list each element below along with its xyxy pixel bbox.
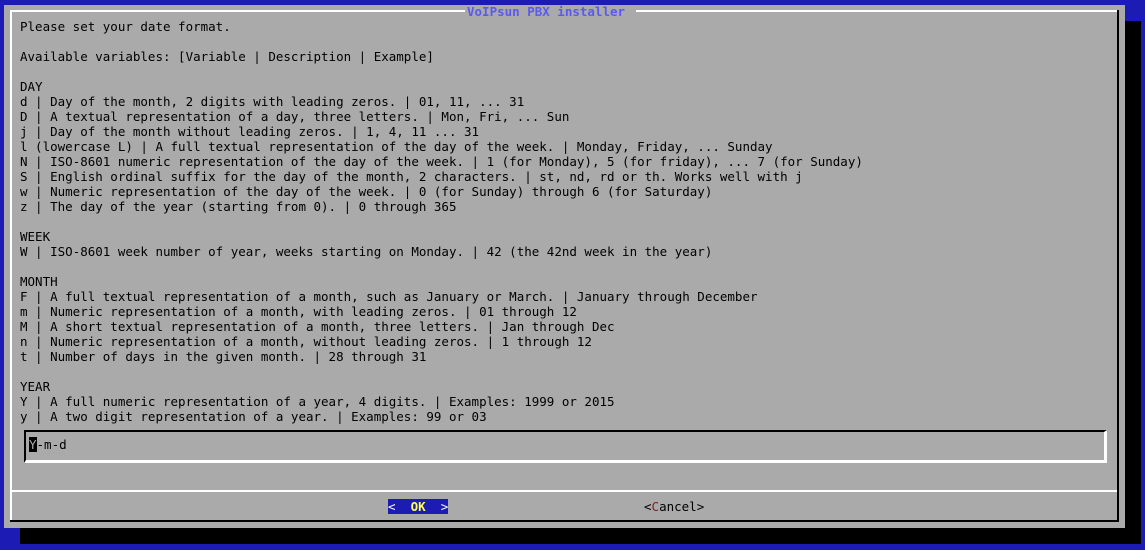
prompt-line: M | A short textual representation of a … xyxy=(20,319,615,334)
ok-button[interactable]: < OK > xyxy=(388,499,449,514)
prompt-line: m | Numeric representation of a month, w… xyxy=(20,304,577,319)
prompt-line: F | A full textual representation of a m… xyxy=(20,289,758,304)
cancel-button-label-rest: ancel xyxy=(659,499,697,514)
prompt-line xyxy=(20,364,863,379)
prompt-line: Available variables: [Variable | Descrip… xyxy=(20,49,434,64)
ok-button-left-bracket: < xyxy=(388,499,411,514)
dialog-box: VoIPsun PBX installer Please set your da… xyxy=(4,4,1125,528)
cancel-button-hotkey: C xyxy=(651,499,660,514)
prompt-line: w | Numeric representation of the day of… xyxy=(20,184,713,199)
cancel-button-right-bracket: > xyxy=(696,499,705,514)
prompt-line: S | English ordinal suffix for the day o… xyxy=(20,169,803,184)
ok-button-label: OK xyxy=(410,499,426,514)
cancel-button[interactable]: <Cancel> xyxy=(644,499,704,514)
prompt-line: l (lowercase L) | A full textual represe… xyxy=(20,139,773,154)
prompt-line: MONTH xyxy=(20,274,58,289)
ok-button-right-bracket: > xyxy=(425,499,449,514)
prompt-text: Please set your date format. Available va… xyxy=(20,19,863,424)
prompt-line: Y | A full numeric representation of a y… xyxy=(20,394,615,409)
prompt-line: N | ISO-8601 numeric representation of t… xyxy=(20,154,863,169)
dialog-frame-bottom xyxy=(10,520,1119,522)
prompt-line: W | ISO-8601 week number of year, weeks … xyxy=(20,244,713,259)
prompt-line: n | Numeric representation of a month, w… xyxy=(20,334,592,349)
prompt-line: y | A two digit representation of a year… xyxy=(20,409,487,424)
button-separator xyxy=(10,490,1117,492)
cancel-button-left-bracket: < xyxy=(644,499,652,514)
prompt-line: DAY xyxy=(20,79,43,94)
prompt-line: t | Number of days in the given month. |… xyxy=(20,349,427,364)
prompt-line xyxy=(20,34,863,49)
terminal-screen: VoIPsun PBX installer Please set your da… xyxy=(0,0,1145,550)
dialog-frame-left xyxy=(10,10,12,520)
prompt-line: d | Day of the month, 2 digits with lead… xyxy=(20,94,525,109)
dialog-frame-right xyxy=(1117,10,1119,520)
prompt-line: z | The day of the year (starting from 0… xyxy=(20,199,457,214)
dialog-frame-top-left xyxy=(10,10,465,12)
input-value-rest: -m-d xyxy=(36,437,67,452)
date-format-input-box[interactable]: Y-m-d xyxy=(24,430,1107,463)
prompt-line xyxy=(20,259,863,274)
prompt-line: Please set your date format. xyxy=(20,19,231,34)
prompt-line: YEAR xyxy=(20,379,51,394)
prompt-line: j | Day of the month without leading zer… xyxy=(20,124,480,139)
prompt-line: D | A textual representation of a day, t… xyxy=(20,109,570,124)
prompt-line xyxy=(20,214,863,229)
dialog-frame-top-right xyxy=(636,10,1119,12)
prompt-line: WEEK xyxy=(20,229,51,244)
dialog-title: VoIPsun PBX installer xyxy=(467,4,626,19)
prompt-line xyxy=(20,64,863,79)
text-cursor: Y xyxy=(29,437,37,452)
date-format-input[interactable]: Y-m-d xyxy=(29,437,67,452)
